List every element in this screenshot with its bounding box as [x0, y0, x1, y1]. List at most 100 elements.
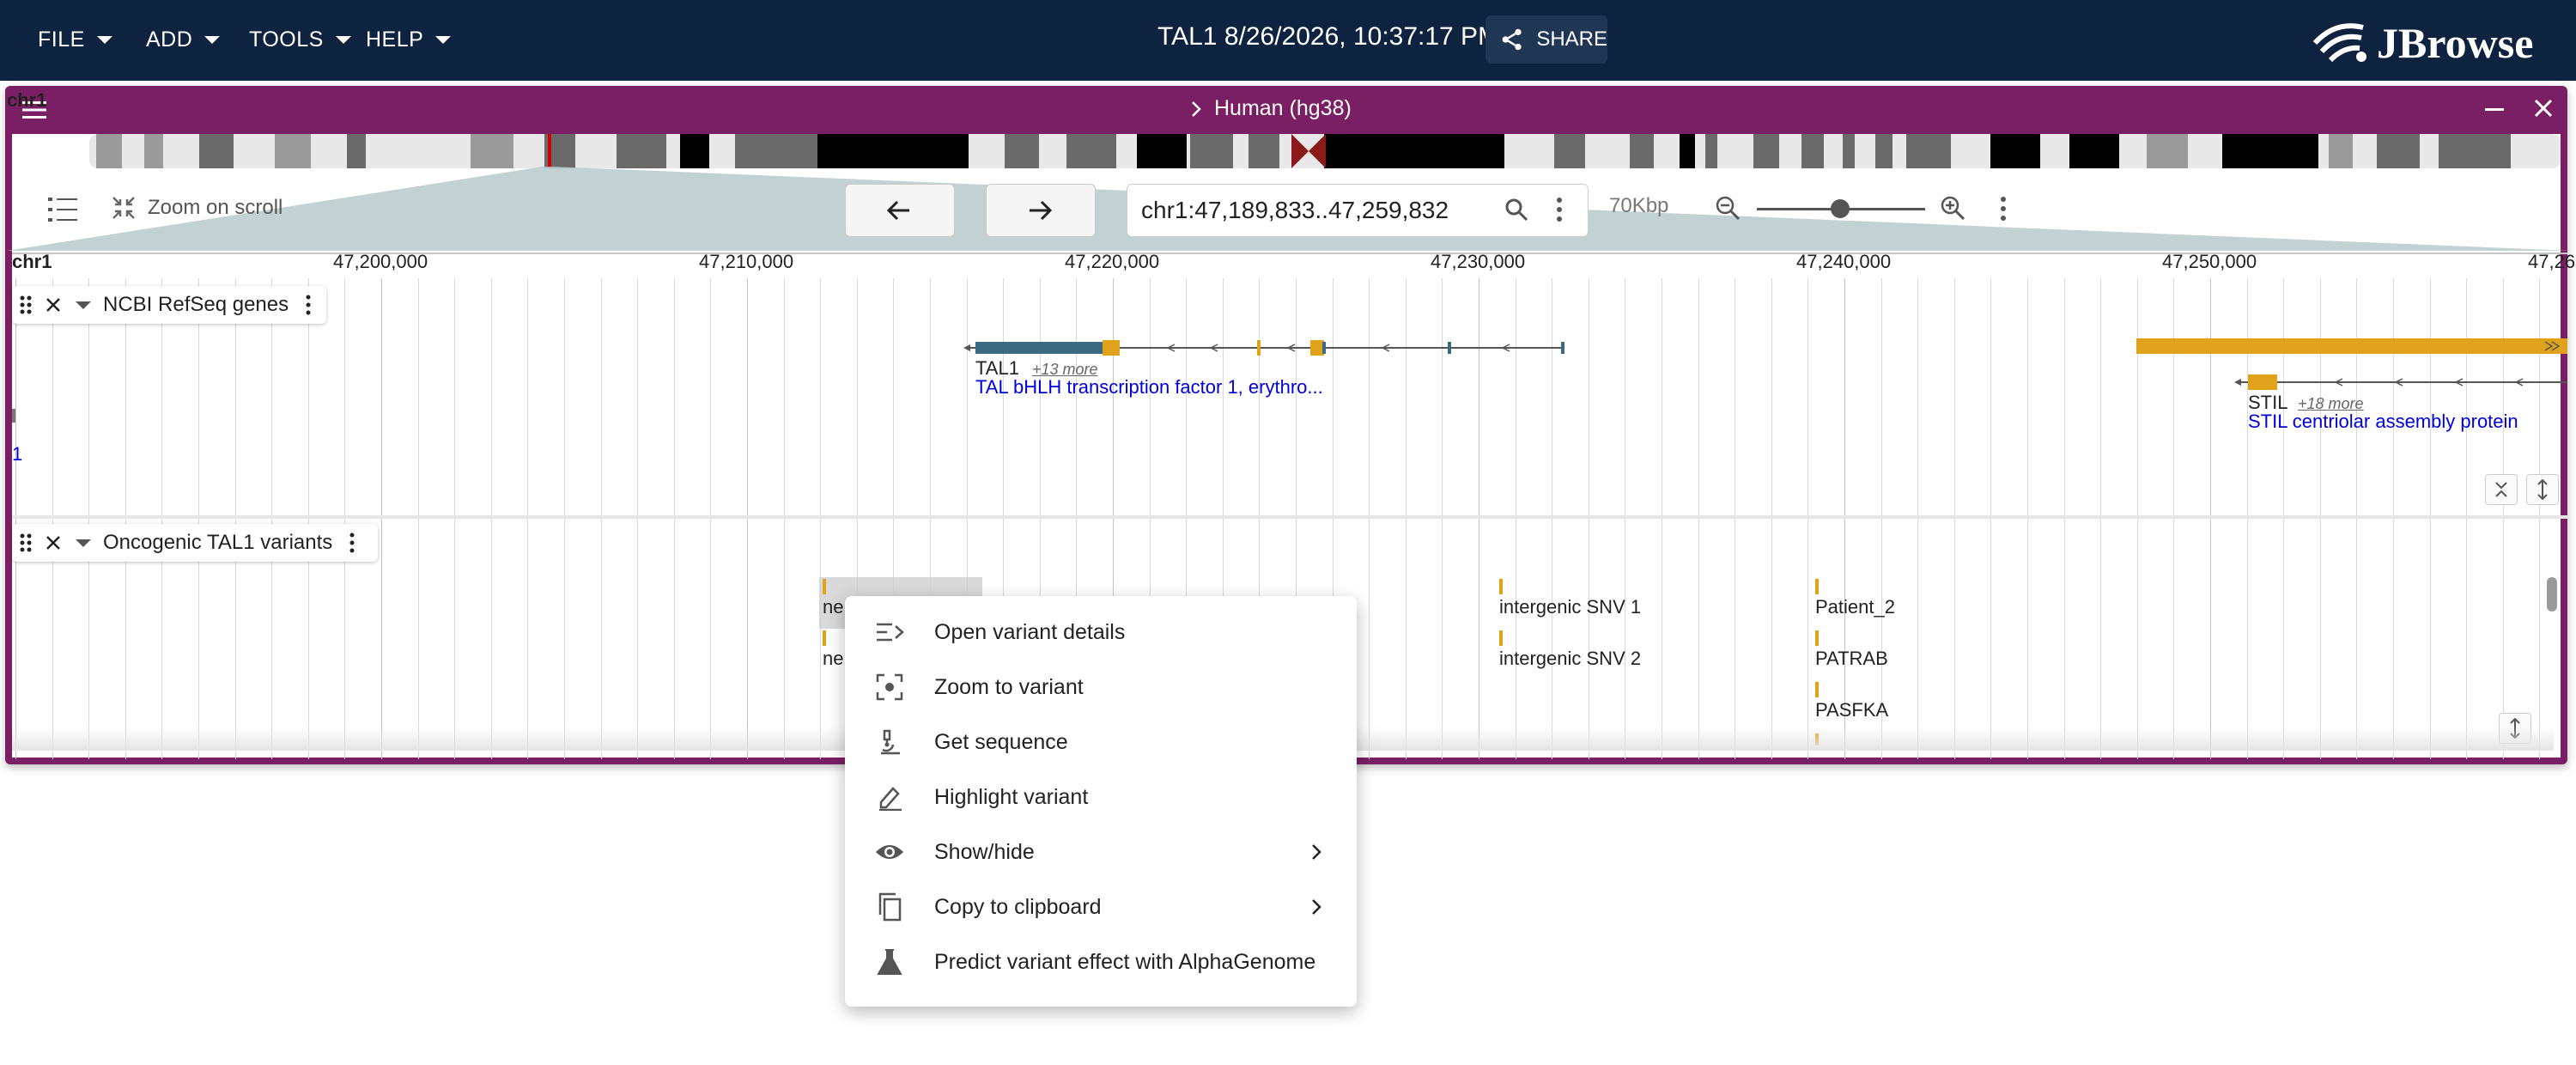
grid-line — [454, 278, 455, 759]
minimize-icon[interactable] — [2485, 108, 2504, 113]
center-focus-icon — [874, 672, 905, 703]
more-vert-icon[interactable] — [1555, 197, 1564, 222]
centromere-marker — [1291, 134, 1326, 168]
logo-text: JBrowse — [2377, 19, 2534, 67]
variant-marker[interactable] — [823, 630, 826, 646]
menu-item-show-hide[interactable]: Show/hide — [845, 825, 1357, 879]
stil-gene-glyph[interactable] — [2233, 371, 2567, 393]
help-menu-button[interactable]: HELP — [366, 24, 452, 55]
share-button[interactable]: SHARE — [1485, 15, 1607, 64]
cytoband — [2439, 134, 2511, 168]
grid-line — [564, 278, 565, 759]
menu-item-label: Copy to clipboard — [934, 894, 1102, 919]
track-scrollbar[interactable] — [2547, 577, 2557, 612]
search-icon[interactable] — [1504, 197, 1529, 222]
track-more-vert-icon[interactable] — [304, 294, 313, 316]
variant-marker[interactable] — [823, 579, 826, 594]
variant-marker[interactable] — [1499, 630, 1503, 646]
tools-menu-button[interactable]: TOOLS — [249, 24, 351, 55]
cytoband — [2377, 134, 2420, 168]
cytoband — [1680, 134, 1695, 168]
grid-line — [235, 278, 236, 759]
track-menu-caret-icon[interactable] — [76, 539, 91, 547]
ruler-tick-label: 47,240,000 — [1796, 251, 1892, 272]
back-button[interactable] — [845, 184, 955, 237]
cytoband — [1005, 134, 1039, 168]
track-name-genes: NCBI RefSeq genes — [103, 293, 289, 316]
grid-line — [271, 278, 272, 759]
variant-marker[interactable] — [1815, 682, 1819, 697]
drag-handle-icon[interactable] — [19, 532, 33, 553]
cytoband — [1906, 134, 1951, 168]
ruler-tick-label: 47,200,000 — [333, 251, 428, 272]
cytoband — [1843, 134, 1855, 168]
cytoband — [1630, 134, 1654, 168]
menu-item-get-sequence[interactable]: Get sequence — [845, 715, 1357, 770]
grid-line — [1917, 278, 1918, 759]
file-menu-button[interactable]: FILE — [38, 24, 112, 55]
gene-bar-right[interactable] — [2136, 338, 2567, 356]
tal1-gene-glyph[interactable] — [962, 335, 1571, 361]
drag-handle-icon[interactable] — [19, 295, 33, 315]
menu-item-zoom-to-variant[interactable]: Zoom to variant — [845, 660, 1357, 715]
edge-feature[interactable] — [12, 409, 15, 423]
chevron-right-icon — [1312, 844, 1321, 860]
variant-label: ne — [823, 648, 844, 669]
chromosome-ideogram[interactable] — [89, 134, 2561, 168]
menu-item-highlight-variant[interactable]: Highlight variant — [845, 770, 1357, 825]
grid-line — [2027, 278, 2028, 759]
location-search-input[interactable]: chr1:47,189,833..47,259,832 — [1127, 184, 1589, 237]
track-more-vert-icon[interactable] — [348, 532, 356, 554]
menu-item-label: Zoom to variant — [934, 674, 1084, 699]
variant-marker[interactable] — [1815, 630, 1819, 646]
grid-line — [820, 278, 821, 759]
zoom-slider-thumb[interactable] — [1831, 199, 1850, 218]
grid-line — [15, 278, 16, 759]
chevron-right-icon — [1312, 899, 1321, 915]
cytoband — [1554, 134, 1585, 168]
forward-button[interactable] — [986, 184, 1096, 237]
variant-marker[interactable] — [1499, 579, 1503, 594]
zoom-out-icon[interactable] — [1714, 194, 1741, 222]
cytoband — [1249, 134, 1279, 168]
close-track-icon[interactable] — [45, 296, 62, 313]
cytoband — [2329, 134, 2353, 168]
grid-line — [1771, 278, 1772, 759]
collapse-arrows-icon — [112, 197, 135, 219]
close-track-icon[interactable] — [45, 534, 62, 551]
grid-line — [88, 278, 89, 759]
assembly-title-button[interactable]: Human (hg38) — [1190, 96, 1352, 121]
gene-desc-tal1: TAL bHLH transcription factor 1, erythro… — [975, 376, 1323, 398]
grid-line — [601, 278, 602, 759]
cytoband — [144, 134, 163, 168]
variant-marker[interactable] — [1815, 579, 1819, 594]
expand-track-button[interactable] — [2526, 474, 2559, 505]
track-selector-icon[interactable] — [48, 196, 79, 223]
grid-line — [491, 278, 492, 759]
ruler-tick-label: 47,26 — [2528, 251, 2576, 272]
variant-label: Patient_2 — [1815, 596, 1895, 618]
track-menu-caret-icon[interactable] — [76, 301, 91, 309]
cytoband — [96, 134, 122, 168]
session-title[interactable]: TAL1 8/26/2026, 10:37:17 PM — [1157, 22, 1499, 52]
grid-line — [381, 278, 382, 759]
grid-line — [1698, 278, 1699, 759]
menu-item-predict-variant-effect[interactable]: Predict variant effect with AlphaGenome — [845, 934, 1357, 989]
menu-item-open-variant-details[interactable]: Open variant details — [845, 605, 1357, 660]
edge-feature-label: 1 — [12, 443, 23, 465]
location-value: chr1:47,189,833..47,259,832 — [1141, 197, 1449, 223]
menu-item-copy-to-clipboard[interactable]: Copy to clipboard — [845, 879, 1357, 934]
zoom-in-icon[interactable] — [1939, 194, 1966, 222]
share-icon — [1502, 28, 1522, 51]
collapse-track-button[interactable] — [2485, 474, 2518, 505]
span-size: 70Kbp — [1609, 194, 1669, 217]
view-options-icon[interactable] — [1999, 196, 2008, 222]
grid-line — [1990, 278, 1991, 759]
close-view-icon[interactable] — [2533, 98, 2554, 119]
ruler-tick-label: 47,220,000 — [1065, 251, 1160, 272]
zoom-on-scroll-toggle[interactable]: Zoom on scroll — [110, 194, 283, 222]
cytoband — [735, 134, 817, 168]
add-menu-button[interactable]: ADD — [146, 24, 221, 55]
chevron-down-icon — [204, 35, 221, 44]
grid-line — [747, 278, 748, 759]
